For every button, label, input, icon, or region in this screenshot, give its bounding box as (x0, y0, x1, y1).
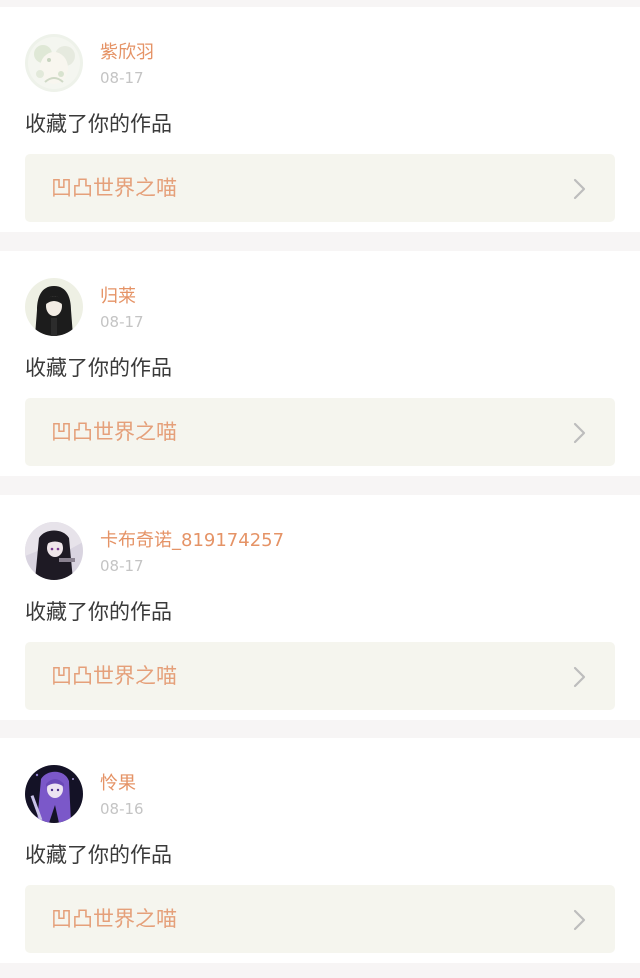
notification-date: 08-17 (100, 69, 144, 87)
notification-card: 归莱 08-17 收藏了你的作品 凹凸世界之喵 (0, 251, 640, 476)
work-title: 凹凸世界之喵 (51, 420, 177, 444)
chevron-right-icon (572, 909, 586, 931)
work-link-box[interactable]: 凹凸世界之喵 (25, 642, 615, 710)
notification-action-text: 收藏了你的作品 (25, 112, 172, 136)
notification-date: 08-16 (100, 800, 144, 818)
notification-feed: 紫欣羽 08-17 收藏了你的作品 凹凸世界之喵 归莱 08-17 收藏了你的作… (0, 0, 640, 978)
chevron-right-icon (572, 666, 586, 688)
notification-date: 08-17 (100, 557, 144, 575)
chevron-right-icon (572, 178, 586, 200)
work-title: 凹凸世界之喵 (51, 907, 177, 931)
username[interactable]: 归莱 (100, 286, 136, 308)
notification-action-text: 收藏了你的作品 (25, 600, 172, 624)
work-title: 凹凸世界之喵 (51, 664, 177, 688)
username[interactable]: 怜果 (100, 773, 136, 795)
chevron-right-icon (572, 422, 586, 444)
avatar-hooded-figure-icon (25, 278, 83, 336)
avatar-purple-hair-anime-icon (25, 765, 83, 823)
avatar-pale-anime-girl-icon (25, 34, 83, 92)
work-title: 凹凸世界之喵 (51, 176, 177, 200)
notification-date: 08-17 (100, 313, 144, 331)
user-avatar[interactable] (25, 765, 83, 823)
avatar-dark-anime-character-icon (25, 522, 83, 580)
notification-action-text: 收藏了你的作品 (25, 843, 172, 867)
notification-action-text: 收藏了你的作品 (25, 356, 172, 380)
username[interactable]: 紫欣羽 (100, 42, 154, 64)
notification-card: 紫欣羽 08-17 收藏了你的作品 凹凸世界之喵 (0, 7, 640, 232)
user-avatar[interactable] (25, 34, 83, 92)
user-avatar[interactable] (25, 278, 83, 336)
work-link-box[interactable]: 凹凸世界之喵 (25, 398, 615, 466)
username[interactable]: 卡布奇诺_819174257 (100, 530, 284, 552)
work-link-box[interactable]: 凹凸世界之喵 (25, 885, 615, 953)
work-link-box[interactable]: 凹凸世界之喵 (25, 154, 615, 222)
notification-card: 怜果 08-16 收藏了你的作品 凹凸世界之喵 (0, 738, 640, 963)
notification-card: 卡布奇诺_819174257 08-17 收藏了你的作品 凹凸世界之喵 (0, 495, 640, 720)
user-avatar[interactable] (25, 522, 83, 580)
